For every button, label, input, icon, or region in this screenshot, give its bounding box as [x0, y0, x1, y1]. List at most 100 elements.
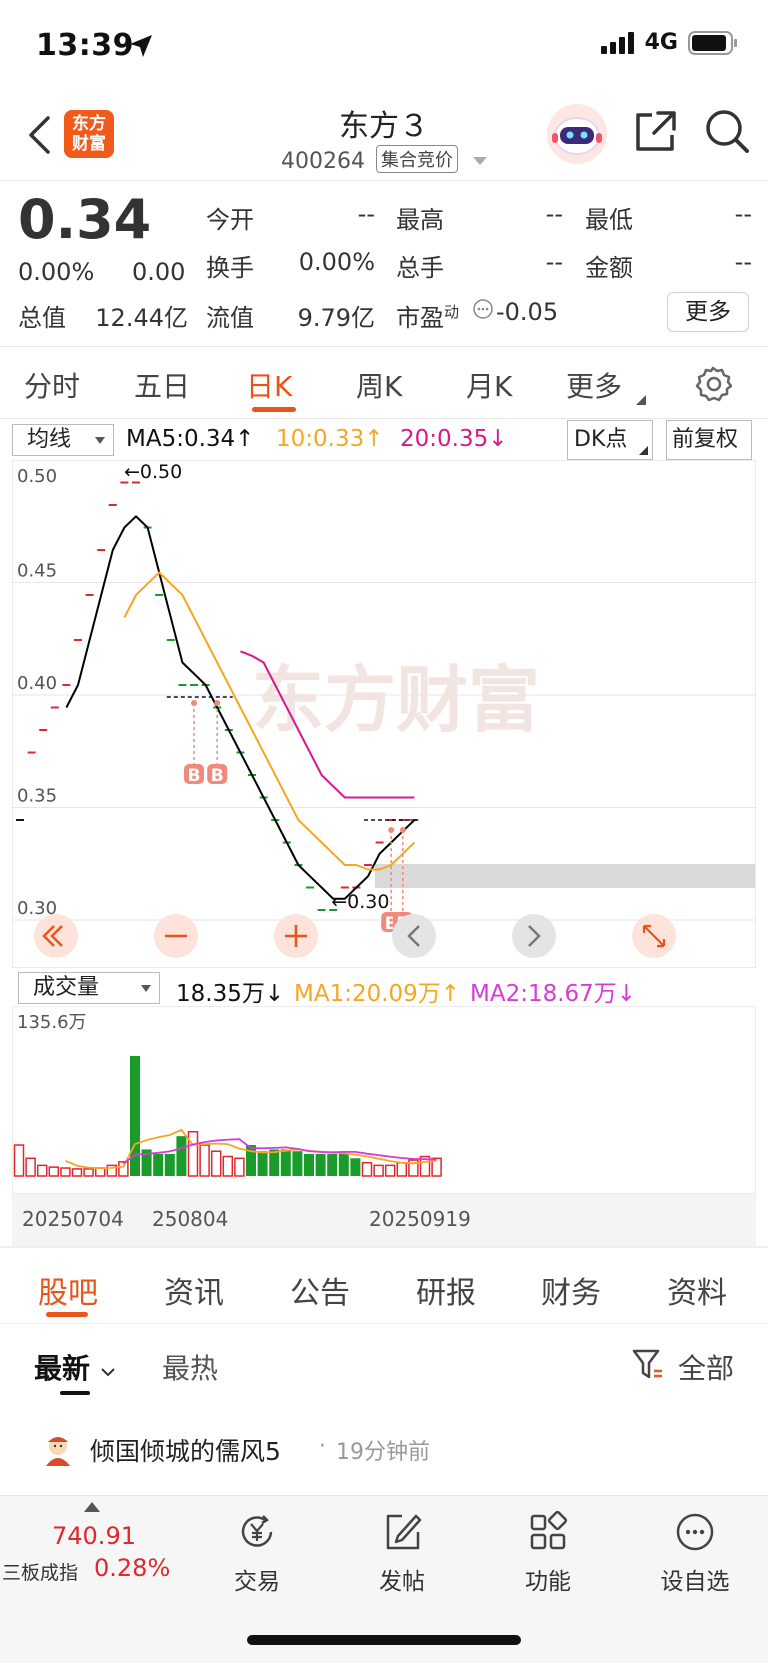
tab-five-day[interactable]: 五日 — [134, 365, 190, 405]
share-icon[interactable] — [632, 109, 678, 155]
volume-bar — [396, 1161, 408, 1177]
price-range-band — [375, 864, 755, 888]
pe-value: -0.05 — [496, 298, 559, 326]
gear-icon[interactable] — [694, 365, 732, 403]
volume-indicator-row: 成交量 18.35万↓ MA1:20.09万↑ MA2:18.67万↓ — [0, 970, 768, 1007]
chevron-down-icon — [101, 1368, 115, 1377]
more-circle-icon — [676, 1513, 714, 1551]
filter-all[interactable]: 全部 — [678, 1347, 734, 1387]
chevron-down-icon — [95, 437, 105, 444]
kline-chart[interactable]: 东方财富 0.500.450.400.350.30 ←0.50 ←0.30 BB… — [12, 460, 756, 968]
ma-select[interactable]: 均线 — [12, 424, 114, 456]
volume-bar — [315, 1153, 326, 1176]
volume-bar — [222, 1155, 234, 1177]
volume-select[interactable]: 成交量 — [18, 972, 160, 1004]
volume-bar — [118, 1161, 129, 1177]
y-tick-label: 0.50 — [17, 466, 57, 487]
volume-bar — [384, 1164, 396, 1177]
prev-button[interactable] — [392, 914, 436, 958]
robot-assistant-icon[interactable] — [546, 103, 608, 165]
volume-bar — [94, 1167, 106, 1177]
post-item[interactable]: 倾国倾城的儒风5 · 19分钟前 — [0, 1420, 768, 1480]
signal-dot — [214, 700, 221, 706]
index-value[interactable]: 740.91 — [52, 1522, 136, 1550]
volume-bar — [304, 1153, 314, 1176]
zoom-in-button[interactable] — [274, 914, 318, 958]
nav-trade-label: 交易 — [234, 1569, 280, 1595]
adjust-button[interactable]: 前复权 — [666, 420, 752, 460]
turnover-value: 0.00% — [298, 248, 375, 276]
volume-bar — [373, 1164, 384, 1177]
change-percent: 0.00% — [18, 258, 95, 286]
search-icon[interactable] — [703, 107, 751, 155]
tab-monthly-k[interactable]: 月K — [466, 365, 512, 405]
tab-forum[interactable]: 股吧 — [38, 1268, 98, 1312]
zoom-out-button[interactable] — [154, 914, 198, 958]
volume-bar — [257, 1151, 268, 1176]
compose-icon — [386, 1514, 422, 1550]
tab-news[interactable]: 资讯 — [164, 1268, 224, 1312]
volume-bar — [48, 1166, 60, 1177]
sort-latest[interactable]: 最新 — [34, 1347, 116, 1387]
volume-chart[interactable]: 135.6万 20250704 250804 20250919 — [12, 1006, 756, 1246]
grid-apps-icon — [530, 1510, 568, 1550]
nav-add-favorite[interactable]: 设自选 — [640, 1510, 750, 1596]
nav-add-favorite-label: 设自选 — [660, 1569, 730, 1595]
high-label: 最高 — [396, 206, 444, 234]
stock-code: 400264 — [281, 149, 365, 174]
tab-research[interactable]: 研报 — [416, 1268, 476, 1312]
tab-profile[interactable]: 资料 — [667, 1268, 727, 1312]
tab-intraday[interactable]: 分时 — [24, 365, 80, 405]
nav-functions[interactable]: 功能 — [493, 1510, 603, 1596]
volume-bar — [71, 1168, 83, 1177]
watermark: 东方财富 — [252, 658, 540, 742]
pe-label: 市盈动 — [396, 303, 460, 332]
volume-bar — [292, 1151, 303, 1176]
chevron-down-icon — [472, 157, 487, 165]
volume-bar — [60, 1167, 71, 1177]
y-tick-label: 0.40 — [17, 673, 57, 694]
high-price-marker: ←0.50 — [124, 461, 182, 483]
status-bar: 13:39 4G — [0, 0, 768, 95]
low-price-marker: ←0.30 — [331, 891, 389, 913]
dk-point-button[interactable]: DK点 — [567, 420, 653, 460]
open-label: 今开 — [206, 206, 254, 234]
signal-dot — [399, 827, 406, 833]
total-value-label: 总值 — [18, 304, 66, 332]
volume-bar — [164, 1153, 175, 1176]
x-label-start: 20250704 — [22, 1207, 124, 1231]
more-button[interactable]: 更多 — [667, 292, 749, 332]
total-hands-value: -- — [545, 248, 563, 276]
section-divider — [0, 1246, 768, 1248]
index-name: 三板成指 — [2, 1562, 79, 1584]
corner-triangle-icon — [636, 395, 646, 405]
fullscreen-button[interactable] — [632, 914, 676, 958]
nav-post[interactable]: 发帖 — [347, 1510, 457, 1596]
tab-more-periods[interactable]: 更多 — [566, 365, 622, 405]
volume-bar — [350, 1158, 361, 1176]
post-author[interactable]: 倾国倾城的儒风5 — [90, 1432, 281, 1468]
up-triangle-icon — [84, 1502, 100, 1512]
nav-trade[interactable]: 交易 — [202, 1510, 312, 1596]
volume-current: 18.35万↓ — [176, 981, 285, 1007]
content-tabs: 股吧 资讯 公告 研报 财务 资料 — [0, 1250, 768, 1324]
low-label: 最低 — [585, 206, 633, 234]
tab-daily-k[interactable]: 日K — [246, 365, 292, 405]
volume-bar — [25, 1157, 36, 1177]
tab-finance[interactable]: 财务 — [541, 1268, 601, 1312]
volume-max-label: 135.6万 — [17, 1012, 87, 1033]
open-value: -- — [357, 200, 375, 228]
next-button[interactable] — [512, 914, 556, 958]
scroll-left-button[interactable] — [34, 914, 78, 958]
sort-hottest[interactable]: 最热 — [162, 1347, 218, 1387]
index-change: 0.28% — [94, 1554, 171, 1582]
ma5-value: MA5:0.34↑ — [126, 426, 255, 452]
filter-icon[interactable] — [632, 1347, 664, 1381]
home-indicator — [247, 1635, 521, 1645]
volume-bar — [210, 1150, 222, 1177]
tab-announcements[interactable]: 公告 — [290, 1268, 350, 1312]
volume-bar — [280, 1149, 291, 1176]
more-dots-icon[interactable] — [472, 298, 494, 320]
volume-ma1: MA1:20.09万↑ — [294, 981, 461, 1007]
tab-weekly-k[interactable]: 周K — [356, 365, 402, 405]
